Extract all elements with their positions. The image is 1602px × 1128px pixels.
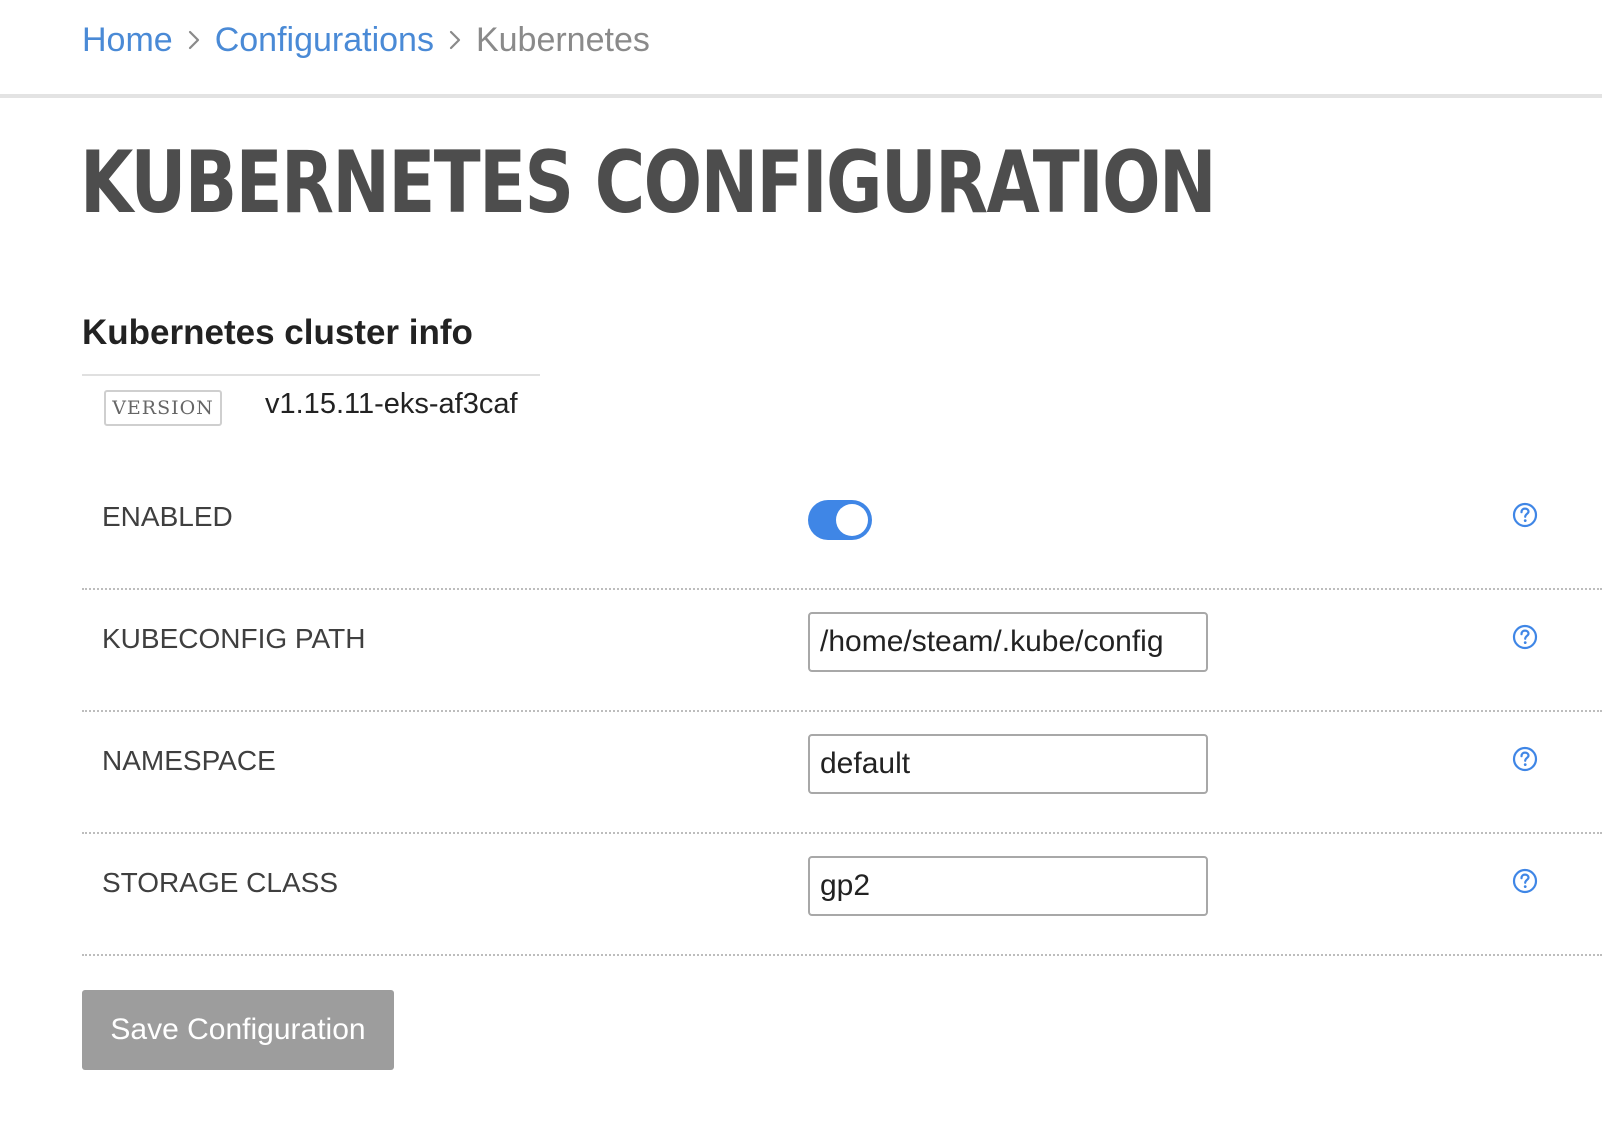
enabled-label: ENABLED xyxy=(102,501,233,532)
toggle-knob xyxy=(836,504,868,536)
breadcrumb: Home Configurations Kubernetes xyxy=(82,18,650,62)
question-circle-icon[interactable] xyxy=(1512,868,1538,894)
save-configuration-button[interactable]: Save Configuration xyxy=(82,990,394,1070)
kubeconfig-path-label: KUBECONFIG PATH xyxy=(102,623,366,654)
form-row-kubeconfig-path: KUBECONFIG PATH xyxy=(82,590,1602,712)
cluster-info-title: Kubernetes cluster info xyxy=(82,313,473,352)
chevron-right-icon xyxy=(173,29,215,51)
namespace-label: NAMESPACE xyxy=(102,745,276,776)
question-circle-icon[interactable] xyxy=(1512,746,1538,772)
page-title: KUBERNETES CONFIGURATION xyxy=(80,133,1217,233)
namespace-control xyxy=(808,734,1208,794)
form-row-enabled: ENABLED xyxy=(82,468,1602,590)
storage-class-label: STORAGE CLASS xyxy=(102,867,339,898)
storage-class-control xyxy=(808,856,1208,916)
enabled-toggle[interactable] xyxy=(808,500,872,540)
kubeconfig-path-control xyxy=(808,612,1208,672)
breadcrumb-current: Kubernetes xyxy=(475,21,650,59)
version-badge: VERSION xyxy=(104,390,222,426)
storage-class-input[interactable] xyxy=(808,856,1208,916)
version-value: v1.15.11-eks-af3caf xyxy=(265,388,518,420)
breadcrumb-configurations-link[interactable]: Configurations xyxy=(215,18,434,62)
namespace-input[interactable] xyxy=(808,734,1208,794)
breadcrumb-home-link[interactable]: Home xyxy=(82,18,173,62)
form-row-storage-class: STORAGE CLASS xyxy=(82,834,1602,956)
question-circle-icon[interactable] xyxy=(1512,624,1538,650)
form-row-namespace: NAMESPACE xyxy=(82,712,1602,834)
enabled-control xyxy=(808,498,872,540)
kubeconfig-path-input[interactable] xyxy=(808,612,1208,672)
chevron-right-icon xyxy=(434,29,476,51)
question-circle-icon[interactable] xyxy=(1512,502,1538,528)
section-divider xyxy=(82,374,540,376)
top-bar: Home Configurations Kubernetes xyxy=(0,0,1602,98)
